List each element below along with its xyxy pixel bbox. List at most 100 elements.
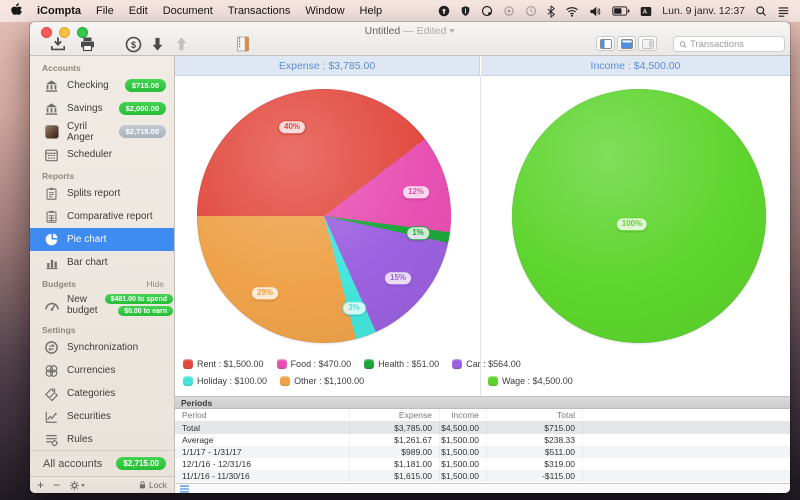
tags-icon: [43, 386, 60, 402]
status-wifi-icon[interactable]: [565, 6, 579, 17]
search-input[interactable]: [690, 39, 779, 50]
sidebar-item-splits-report[interactable]: Splits report: [30, 182, 174, 205]
sidebar-item-label: Rules: [67, 434, 93, 445]
menu-item-help[interactable]: Help: [360, 5, 383, 17]
slice-label-health: 1%: [406, 226, 430, 240]
view-toggle-content[interactable]: [617, 36, 636, 51]
withdraw-button[interactable]: [147, 35, 167, 53]
menu-item-file[interactable]: File: [96, 5, 114, 17]
sidebar-item-label: Categories: [67, 388, 115, 399]
table-row[interactable]: 1/1/17 - 1/31/17$989.00$1,500.00$511.00: [175, 446, 790, 458]
spotlight-icon[interactable]: [755, 5, 767, 17]
menu-item-transactions[interactable]: Transactions: [228, 5, 291, 17]
column-header-total[interactable]: Total: [487, 409, 583, 421]
view-toggle-sidebar[interactable]: [596, 36, 615, 51]
sidebar-item-bar-chart[interactable]: Bar chart: [30, 251, 174, 274]
column-header-period[interactable]: Period: [175, 409, 350, 421]
gauge-icon: [43, 297, 60, 313]
view-toggle-inspector[interactable]: [638, 36, 657, 51]
sidebar-item-synchronization[interactable]: Synchronization: [30, 336, 174, 359]
list-view-icon[interactable]: [179, 485, 190, 493]
slice-label-food: 12%: [402, 185, 430, 199]
balance-badge: $2,715.00: [119, 125, 166, 138]
coins-icon: [43, 363, 60, 379]
menu-item-document[interactable]: Document: [163, 5, 213, 17]
sidebar-item-pie-chart[interactable]: Pie chart: [30, 228, 174, 251]
column-header-expense[interactable]: Expense: [350, 409, 440, 421]
sidebar-item-comparative-report[interactable]: Comparative report: [30, 205, 174, 228]
gear-icon: [69, 480, 80, 491]
sidebar-item-scheduler[interactable]: Scheduler: [30, 143, 174, 166]
status-circle-icon[interactable]: [481, 5, 493, 17]
sidebar-item-currencies[interactable]: Currencies: [30, 359, 174, 382]
sidebar-item-cyril-anger[interactable]: Cyril Anger $2,715.00: [30, 120, 174, 143]
menu-clock[interactable]: Lun. 9 janv. 12:37: [662, 5, 745, 17]
table-row[interactable]: Total$3,785.00$4,500.00$715.00: [175, 422, 790, 434]
legend-item: Wage : $4,500.00: [488, 376, 573, 386]
status-app-icon[interactable]: [438, 5, 450, 17]
table-header-row: Period Expense Income Total: [175, 409, 790, 422]
income-pie-chart[interactable]: [512, 89, 766, 343]
add-account-button[interactable]: +: [37, 478, 44, 492]
sidebar-item-label: Savings: [67, 103, 103, 114]
print-button[interactable]: [77, 35, 97, 53]
status-shield-icon[interactable]: [460, 5, 471, 17]
import-button[interactable]: [48, 35, 68, 53]
deposit-button[interactable]: [171, 35, 191, 53]
column-header-income[interactable]: Income: [440, 409, 487, 421]
legend-swatch: [364, 359, 374, 369]
slice-label-car: 15%: [384, 271, 412, 285]
periods-table: Periods Period Expense Income Total Tota…: [175, 396, 790, 493]
bank-icon: [43, 101, 60, 117]
legend-item: Other : $1,100.00: [280, 376, 364, 386]
status-volume-icon[interactable]: [589, 6, 602, 17]
title-caret-icon[interactable]: [449, 29, 455, 33]
table-footer-bar: [175, 483, 790, 493]
notification-center-icon[interactable]: [777, 6, 790, 17]
sidebar-item-savings[interactable]: Savings $2,000.00: [30, 97, 174, 120]
slice-label-rent: 40%: [278, 120, 306, 134]
window-header: Untitled — Edited $: [30, 22, 790, 56]
status-clock-icon[interactable]: [525, 5, 537, 17]
sidebar-item-label: Securities: [67, 411, 111, 422]
all-accounts-row[interactable]: All accounts $2,715.00: [30, 450, 174, 476]
table-row[interactable]: Average$1,261.67$1,500.00$238.33: [175, 434, 790, 446]
ledger-document-icon[interactable]: [233, 35, 253, 53]
search-field[interactable]: [673, 36, 785, 52]
sidebar-item-new-budget[interactable]: New budget $481.00 to spend $0.00 to ear…: [30, 290, 174, 320]
status-sync-icon[interactable]: [503, 5, 515, 17]
legend-swatch: [488, 376, 498, 386]
sidebar-item-rules[interactable]: Rules: [30, 428, 174, 451]
sidebar-footer: All accounts $2,715.00 + − Lock: [30, 450, 174, 493]
status-bluetooth-icon[interactable]: [547, 5, 555, 18]
table-row[interactable]: 12/1/16 - 12/31/16$1,181.00$1,500.00$319…: [175, 458, 790, 470]
status-battery-icon[interactable]: [612, 6, 630, 16]
hide-budgets-button[interactable]: Hide: [147, 279, 164, 289]
legend-swatch: [183, 359, 193, 369]
sidebar-item-checking[interactable]: Checking $715.00: [30, 74, 174, 97]
sidebar-item-securities[interactable]: Securities: [30, 405, 174, 428]
menu-item-app[interactable]: iCompta: [37, 5, 81, 17]
expense-pie-chart[interactable]: [197, 89, 451, 343]
sidebar-item-label: Currencies: [67, 365, 115, 376]
sidebar-section-budgets: Budgets Hide: [42, 279, 164, 289]
income-chart-header: Income : $4,500.00: [481, 56, 790, 76]
all-accounts-label: All accounts: [43, 458, 102, 470]
actions-menu-button[interactable]: [69, 480, 85, 491]
apple-menu-icon[interactable]: [10, 3, 22, 20]
slice-label-holiday: 3%: [342, 301, 366, 315]
svg-text:$: $: [130, 40, 135, 50]
sidebar-item-label: Bar chart: [67, 257, 108, 268]
remove-account-button[interactable]: −: [53, 478, 60, 492]
sidebar-item-label: Synchronization: [67, 342, 138, 353]
sidebar-item-categories[interactable]: Categories: [30, 382, 174, 405]
menu-item-window[interactable]: Window: [305, 5, 344, 17]
table-row[interactable]: 11/1/16 - 11/30/16$1,615.00$1,500.00-$11…: [175, 470, 790, 482]
rules-icon: [43, 432, 60, 448]
transfer-money-button[interactable]: $: [123, 35, 143, 53]
legend-item: Rent : $1,500.00: [183, 359, 264, 369]
status-input-icon[interactable]: [640, 6, 652, 17]
lock-button[interactable]: Lock: [138, 480, 167, 490]
slice-label-wage: 100%: [616, 217, 648, 231]
menu-item-edit[interactable]: Edit: [129, 5, 148, 17]
